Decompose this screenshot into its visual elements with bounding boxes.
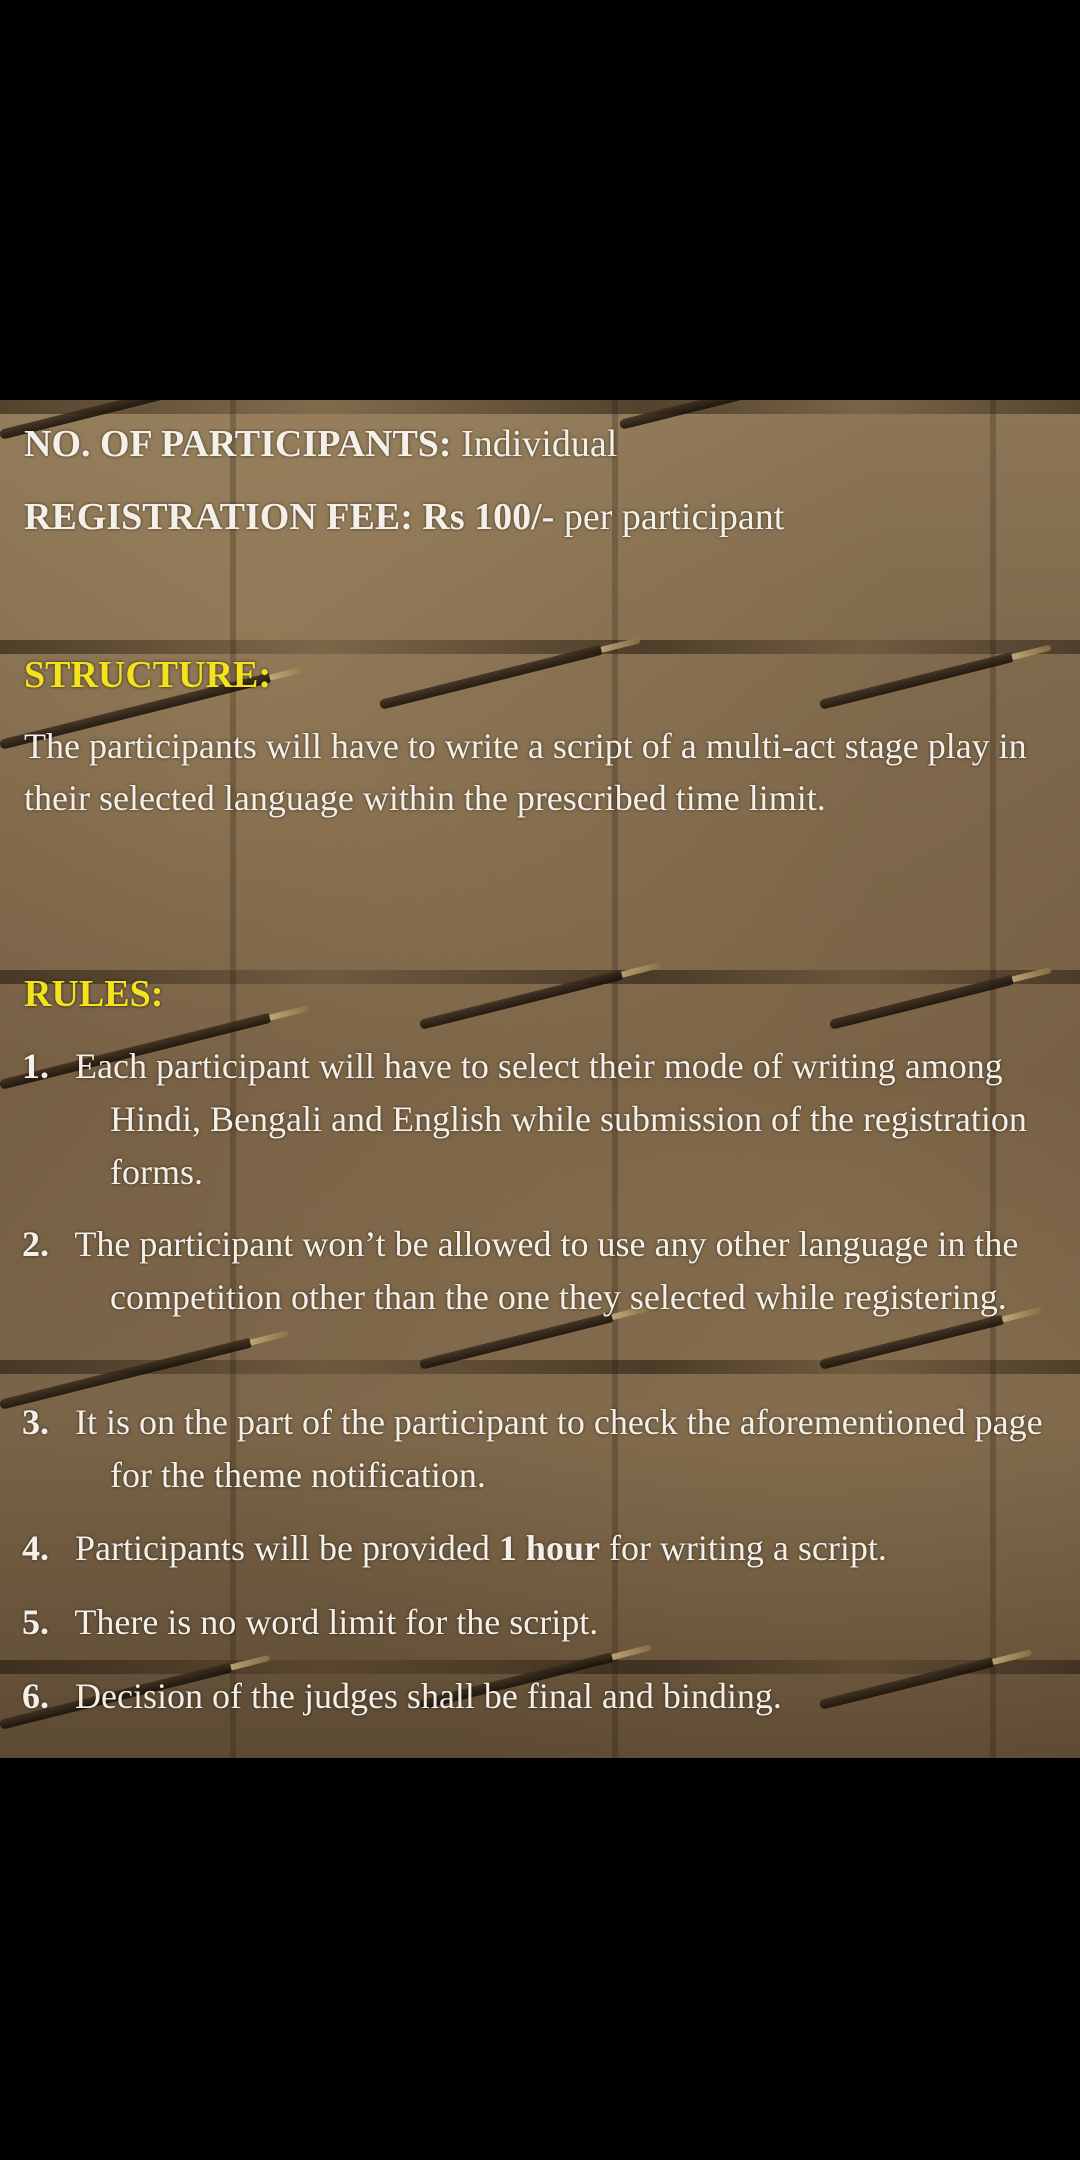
participants-label: NO. OF PARTICIPANTS [24,423,439,465]
page: NO. OF PARTICIPANTS: Individual REGISTRA… [0,0,1080,2160]
registration-amount: Rs 100/- [422,496,555,538]
rule-text: It is on the part of the participant to … [75,1402,1043,1495]
rule-text: Participants will be provided 1 hour for… [75,1528,887,1568]
poster-content: NO. OF PARTICIPANTS: Individual REGISTRA… [0,400,1080,1758]
participants-value: Individual [461,423,618,465]
rule-item-6: 6. Decision of the judges shall be final… [22,1676,782,1716]
rules-heading: RULES: [24,973,164,1015]
rule-item-2: 2. The participant won’t be allowed to u… [22,1224,1019,1317]
registration-line: REGISTRATION FEE: Rs 100/- per participa… [24,496,785,538]
rule-text: There is no word limit for the script. [74,1602,599,1642]
structure-heading: STRUCTURE: [24,654,272,696]
registration-suffix: per participant [563,496,785,538]
rule-item-5: 5. There is no word limit for the script… [22,1602,599,1642]
rule-item-4: 4. Participants will be provided 1 hour … [22,1528,887,1568]
rule-text: Each participant will have to select the… [75,1046,1027,1192]
rule-text: Decision of the judges shall be final an… [75,1676,782,1716]
structure-text: The participants will have to write a sc… [24,726,1027,818]
rule-text: The participant won’t be allowed to use … [74,1224,1019,1317]
rule-item-3: 3. It is on the part of the participant … [22,1402,1043,1495]
rule-item-1: 1. Each participant will have to select … [22,1046,1027,1192]
registration-label: REGISTRATION FEE [24,496,401,538]
rule-emphasis: 1 hour [498,1528,600,1568]
participants-line: NO. OF PARTICIPANTS: Individual [24,423,618,465]
